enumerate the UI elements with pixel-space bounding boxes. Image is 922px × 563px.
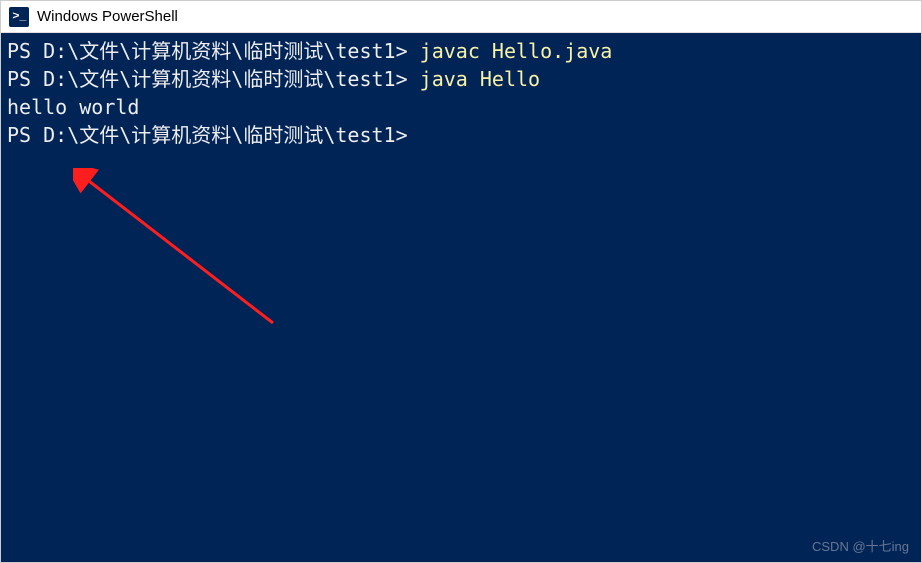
terminal-area[interactable]: PS D:\文件\计算机资料\临时测试\test1> javac Hello.j… bbox=[1, 33, 921, 562]
powershell-window: >_ Windows PowerShell PS D:\文件\计算机资料\临时测… bbox=[0, 0, 922, 563]
watermark-text: CSDN @十七ing bbox=[812, 538, 909, 556]
window-title: Windows PowerShell bbox=[37, 8, 178, 25]
prompt: PS D:\文件\计算机资料\临时测试\test1> bbox=[7, 123, 408, 147]
terminal-line: PS D:\文件\计算机资料\临时测试\test1> java Hello bbox=[7, 65, 915, 93]
command-text: javac Hello.java bbox=[420, 39, 613, 63]
prompt: PS D:\文件\计算机资料\临时测试\test1> bbox=[7, 67, 420, 91]
terminal-line: PS D:\文件\计算机资料\临时测试\test1> javac Hello.j… bbox=[7, 37, 915, 65]
terminal-line: PS D:\文件\计算机资料\临时测试\test1> bbox=[7, 121, 915, 149]
terminal-line: hello world bbox=[7, 93, 915, 121]
output-text: hello world bbox=[7, 95, 139, 119]
prompt: PS D:\文件\计算机资料\临时测试\test1> bbox=[7, 39, 420, 63]
powershell-icon: >_ bbox=[9, 7, 29, 27]
command-text: java Hello bbox=[420, 67, 540, 91]
annotation-arrow-icon bbox=[73, 168, 293, 338]
titlebar[interactable]: >_ Windows PowerShell bbox=[1, 1, 921, 33]
